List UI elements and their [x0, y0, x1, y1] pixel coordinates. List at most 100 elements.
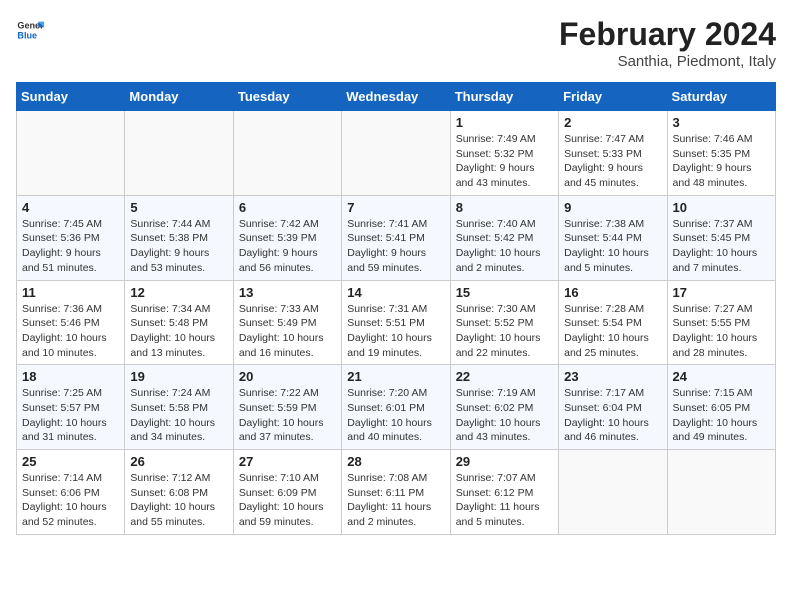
col-header-thursday: Thursday	[450, 83, 558, 111]
day-info: Sunrise: 7:08 AMSunset: 6:11 PMDaylight:…	[347, 471, 444, 530]
calendar-cell: 14Sunrise: 7:31 AMSunset: 5:51 PMDayligh…	[342, 280, 450, 365]
col-header-sunday: Sunday	[17, 83, 125, 111]
col-header-wednesday: Wednesday	[342, 83, 450, 111]
day-number: 15	[456, 285, 553, 300]
day-info: Sunrise: 7:37 AMSunset: 5:45 PMDaylight:…	[673, 217, 770, 276]
calendar-cell: 16Sunrise: 7:28 AMSunset: 5:54 PMDayligh…	[559, 280, 667, 365]
calendar-cell	[342, 111, 450, 196]
calendar-body: 1 Sunrise: 7:49 AMSunset: 5:32 PMDaylight…	[17, 111, 776, 535]
calendar-cell: 7Sunrise: 7:41 AMSunset: 5:41 PMDaylight…	[342, 195, 450, 280]
day-number: 3	[673, 115, 770, 130]
day-info: Sunrise: 7:22 AMSunset: 5:59 PMDaylight:…	[239, 386, 336, 445]
calendar-cell: 23 Sunrise: 7:17 AMSunset: 6:04 PMDayligh…	[559, 365, 667, 450]
day-info: Sunrise: 7:10 AMSunset: 6:09 PMDaylight:…	[239, 471, 336, 530]
col-header-friday: Friday	[559, 83, 667, 111]
calendar-cell: 22 Sunrise: 7:19 AMSunset: 6:02 PMDayligh…	[450, 365, 558, 450]
calendar-cell: 29 Sunrise: 7:07 AMSunset: 6:12 PMDayligh…	[450, 450, 558, 535]
svg-text:Blue: Blue	[17, 30, 37, 40]
day-info: Sunrise: 7:33 AMSunset: 5:49 PMDaylight:…	[239, 302, 336, 361]
day-info: Sunrise: 7:49 AMSunset: 5:32 PMDaylight:…	[456, 132, 553, 191]
day-number: 9	[564, 200, 661, 215]
day-number: 25	[22, 454, 119, 469]
title-area: February 2024 Santhia, Piedmont, Italy	[559, 16, 776, 70]
day-number: 26	[130, 454, 227, 469]
day-info: Sunrise: 7:12 AMSunset: 6:08 PMDaylight:…	[130, 471, 227, 530]
day-number: 23	[564, 369, 661, 384]
day-info: Sunrise: 7:07 AMSunset: 6:12 PMDaylight:…	[456, 471, 553, 530]
day-info: Sunrise: 7:20 AMSunset: 6:01 PMDaylight:…	[347, 386, 444, 445]
day-info: Sunrise: 7:41 AMSunset: 5:41 PMDaylight:…	[347, 217, 444, 276]
day-info: Sunrise: 7:28 AMSunset: 5:54 PMDaylight:…	[564, 302, 661, 361]
day-info: Sunrise: 7:42 AMSunset: 5:39 PMDaylight:…	[239, 217, 336, 276]
day-info: Sunrise: 7:38 AMSunset: 5:44 PMDaylight:…	[564, 217, 661, 276]
day-number: 19	[130, 369, 227, 384]
day-info: Sunrise: 7:30 AMSunset: 5:52 PMDaylight:…	[456, 302, 553, 361]
col-header-tuesday: Tuesday	[233, 83, 341, 111]
calendar-cell	[125, 111, 233, 196]
calendar-week-3: 11Sunrise: 7:36 AMSunset: 5:46 PMDayligh…	[17, 280, 776, 365]
calendar-week-4: 18 Sunrise: 7:25 AMSunset: 5:57 PMDayligh…	[17, 365, 776, 450]
day-number: 17	[673, 285, 770, 300]
calendar-cell: 28 Sunrise: 7:08 AMSunset: 6:11 PMDayligh…	[342, 450, 450, 535]
calendar-cell: 24Sunrise: 7:15 AMSunset: 6:05 PMDayligh…	[667, 365, 775, 450]
day-number: 29	[456, 454, 553, 469]
day-info: Sunrise: 7:25 AMSunset: 5:57 PMDaylight:…	[22, 386, 119, 445]
month-title: February 2024	[559, 16, 776, 53]
calendar-table: SundayMondayTuesdayWednesdayThursdayFrid…	[16, 82, 776, 535]
day-number: 4	[22, 200, 119, 215]
calendar-cell	[559, 450, 667, 535]
day-number: 18	[22, 369, 119, 384]
day-info: Sunrise: 7:14 AMSunset: 6:06 PMDaylight:…	[22, 471, 119, 530]
day-info: Sunrise: 7:47 AMSunset: 5:33 PMDaylight:…	[564, 132, 661, 191]
calendar-cell: 11Sunrise: 7:36 AMSunset: 5:46 PMDayligh…	[17, 280, 125, 365]
calendar-cell: 10 Sunrise: 7:37 AMSunset: 5:45 PMDayligh…	[667, 195, 775, 280]
calendar-cell: 8Sunrise: 7:40 AMSunset: 5:42 PMDaylight…	[450, 195, 558, 280]
day-info: Sunrise: 7:24 AMSunset: 5:58 PMDaylight:…	[130, 386, 227, 445]
day-info: Sunrise: 7:27 AMSunset: 5:55 PMDaylight:…	[673, 302, 770, 361]
day-number: 22	[456, 369, 553, 384]
calendar-cell	[667, 450, 775, 535]
col-header-monday: Monday	[125, 83, 233, 111]
day-number: 28	[347, 454, 444, 469]
day-number: 27	[239, 454, 336, 469]
day-info: Sunrise: 7:46 AMSunset: 5:35 PMDaylight:…	[673, 132, 770, 191]
logo: General Blue	[16, 16, 44, 44]
calendar-cell: 6 Sunrise: 7:42 AMSunset: 5:39 PMDaylight…	[233, 195, 341, 280]
day-number: 10	[673, 200, 770, 215]
calendar-header-row: SundayMondayTuesdayWednesdayThursdayFrid…	[17, 83, 776, 111]
day-info: Sunrise: 7:34 AMSunset: 5:48 PMDaylight:…	[130, 302, 227, 361]
day-number: 12	[130, 285, 227, 300]
day-number: 24	[673, 369, 770, 384]
calendar-cell: 17 Sunrise: 7:27 AMSunset: 5:55 PMDayligh…	[667, 280, 775, 365]
calendar-week-2: 4 Sunrise: 7:45 AMSunset: 5:36 PMDaylight…	[17, 195, 776, 280]
calendar-cell: 13 Sunrise: 7:33 AMSunset: 5:49 PMDayligh…	[233, 280, 341, 365]
calendar-cell: 2 Sunrise: 7:47 AMSunset: 5:33 PMDaylight…	[559, 111, 667, 196]
day-number: 1	[456, 115, 553, 130]
calendar-cell: 27 Sunrise: 7:10 AMSunset: 6:09 PMDayligh…	[233, 450, 341, 535]
calendar-cell: 20 Sunrise: 7:22 AMSunset: 5:59 PMDayligh…	[233, 365, 341, 450]
calendar-cell: 5Sunrise: 7:44 AMSunset: 5:38 PMDaylight…	[125, 195, 233, 280]
calendar-cell: 26 Sunrise: 7:12 AMSunset: 6:08 PMDayligh…	[125, 450, 233, 535]
day-number: 2	[564, 115, 661, 130]
day-number: 20	[239, 369, 336, 384]
calendar-cell: 18 Sunrise: 7:25 AMSunset: 5:57 PMDayligh…	[17, 365, 125, 450]
calendar-week-5: 25 Sunrise: 7:14 AMSunset: 6:06 PMDayligh…	[17, 450, 776, 535]
calendar-cell: 3 Sunrise: 7:46 AMSunset: 5:35 PMDaylight…	[667, 111, 775, 196]
day-number: 13	[239, 285, 336, 300]
calendar-cell: 1 Sunrise: 7:49 AMSunset: 5:32 PMDaylight…	[450, 111, 558, 196]
day-info: Sunrise: 7:17 AMSunset: 6:04 PMDaylight:…	[564, 386, 661, 445]
day-number: 21	[347, 369, 444, 384]
day-info: Sunrise: 7:45 AMSunset: 5:36 PMDaylight:…	[22, 217, 119, 276]
calendar-cell: 25 Sunrise: 7:14 AMSunset: 6:06 PMDayligh…	[17, 450, 125, 535]
calendar-cell: 4 Sunrise: 7:45 AMSunset: 5:36 PMDaylight…	[17, 195, 125, 280]
calendar-cell: 15 Sunrise: 7:30 AMSunset: 5:52 PMDayligh…	[450, 280, 558, 365]
calendar-cell: 9 Sunrise: 7:38 AMSunset: 5:44 PMDaylight…	[559, 195, 667, 280]
day-number: 8	[456, 200, 553, 215]
day-info: Sunrise: 7:36 AMSunset: 5:46 PMDaylight:…	[22, 302, 119, 361]
day-info: Sunrise: 7:19 AMSunset: 6:02 PMDaylight:…	[456, 386, 553, 445]
day-number: 6	[239, 200, 336, 215]
calendar-cell	[233, 111, 341, 196]
col-header-saturday: Saturday	[667, 83, 775, 111]
calendar-week-1: 1 Sunrise: 7:49 AMSunset: 5:32 PMDaylight…	[17, 111, 776, 196]
calendar-cell: 12 Sunrise: 7:34 AMSunset: 5:48 PMDayligh…	[125, 280, 233, 365]
